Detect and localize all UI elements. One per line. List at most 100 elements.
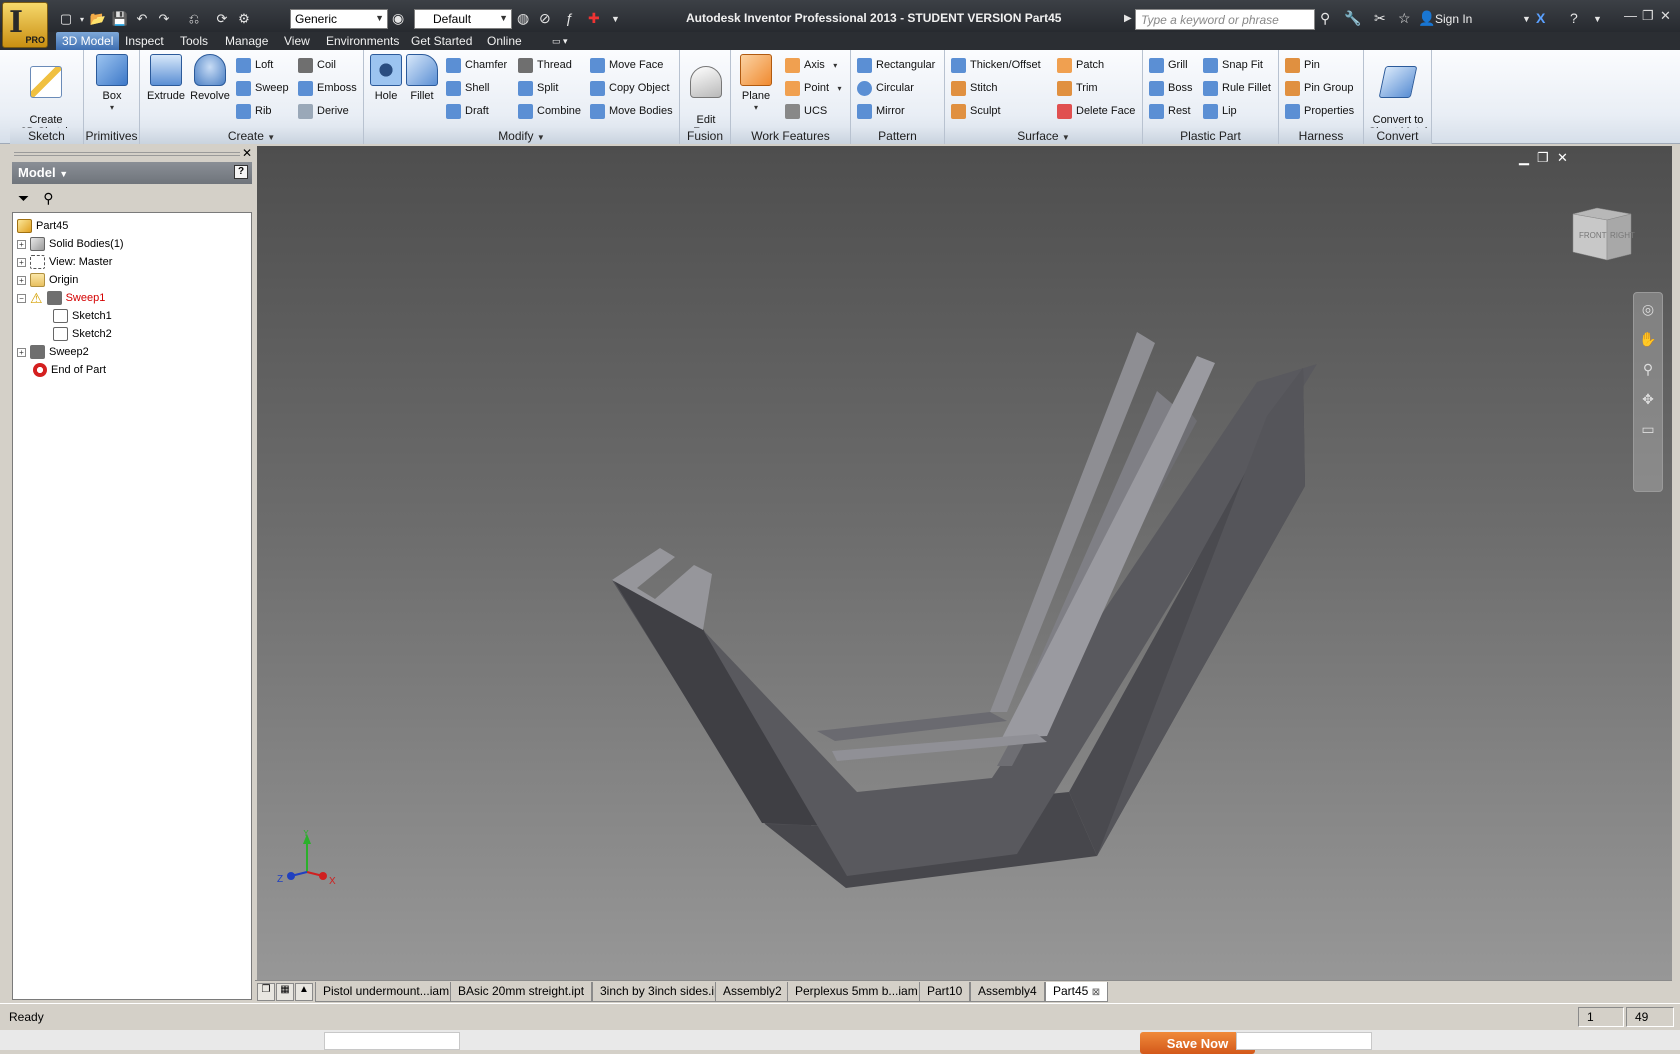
tree-node-view-master[interactable]: + View: Master [17, 253, 112, 271]
expand-toggle[interactable]: + [17, 275, 26, 285]
favorites-icon[interactable]: ☆ [1398, 10, 1411, 27]
find-icon[interactable]: ⚲ [43, 190, 53, 207]
undo-icon[interactable]: ↶ [132, 10, 152, 28]
graphics-viewport[interactable]: ▁ ❐ ✕ FRONT RIGHT ◎ ✋ ⚲ ✥ ▭ Y X Z [257, 146, 1672, 980]
expand-toggle[interactable]: + [17, 257, 26, 267]
tree-node-sweep1[interactable]: − ⚠ Sweep1 [17, 289, 105, 307]
redo-icon[interactable]: ↷ [154, 10, 174, 28]
doc-tab-part45[interactable]: Part45 ⊠ [1045, 982, 1109, 1002]
communication-icon[interactable]: ✂ [1374, 10, 1386, 27]
pin-button[interactable]: Pin [1285, 55, 1320, 75]
grill-button[interactable]: Grill [1149, 55, 1188, 75]
new-icon[interactable]: ▢ [56, 10, 76, 28]
minimize-icon[interactable]: — [1624, 8, 1637, 23]
revolve-button[interactable]: Revolve [186, 54, 234, 102]
hole-button[interactable]: Hole [368, 54, 404, 102]
tree-node-origin[interactable]: + Origin [17, 271, 78, 289]
axis-button[interactable]: Axis ▾ [785, 55, 837, 75]
viewcube[interactable]: FRONT RIGHT [1567, 204, 1637, 264]
color-wheel-icon[interactable]: ◉ [392, 10, 404, 27]
panel-title-surface[interactable]: Surface ▼ [945, 128, 1142, 144]
tile-windows-icon[interactable]: ▦ [276, 983, 294, 1001]
fx-parameters-icon[interactable]: ƒ [565, 10, 573, 26]
help-dropdown-icon[interactable]: ▼ [1593, 14, 1602, 24]
browser-help-icon[interactable]: ? [234, 165, 248, 179]
tab-environments[interactable]: Environments [320, 32, 405, 50]
doc-tab-pistol-undermount[interactable]: Pistol undermount...iam [315, 982, 458, 1002]
tree-node-part45[interactable]: Part45 [17, 217, 68, 235]
tab-view[interactable]: View [278, 32, 316, 50]
browser-close-icon[interactable]: ✕ [242, 146, 252, 160]
collapse-toggle[interactable]: − [17, 293, 26, 303]
open-icon[interactable]: 📂 [88, 10, 108, 28]
cascade-windows-icon[interactable]: ❐ [257, 983, 275, 1001]
draft-button[interactable]: Draft [446, 101, 489, 121]
close-tab-icon[interactable]: ⊠ [1092, 987, 1100, 998]
trim-button[interactable]: Trim [1057, 78, 1098, 98]
plane-button[interactable]: Plane ▾ [735, 54, 777, 114]
stitch-button[interactable]: Stitch [951, 78, 998, 98]
mirror-button[interactable]: Mirror [857, 101, 905, 121]
fillet-button[interactable]: Fillet [404, 54, 440, 102]
customize-qat-icon[interactable]: ▼ [611, 14, 620, 24]
panel-title-create[interactable]: Create ▼ [140, 128, 363, 144]
tab-3d-model[interactable]: 3D Model [56, 32, 120, 50]
orbit-icon[interactable]: ✥ [1637, 391, 1659, 413]
ilogic-icon[interactable]: ✚ [588, 10, 600, 27]
shell-button[interactable]: Shell [446, 78, 489, 98]
viewport-restore-icon[interactable]: ❐ [1537, 150, 1549, 166]
point-button[interactable]: Point ▾ [785, 78, 842, 98]
browser-header[interactable]: Model ▼ ? [12, 162, 252, 184]
taskbar-slot[interactable] [324, 1032, 460, 1050]
boss-button[interactable]: Boss [1149, 78, 1192, 98]
sweep-part-model[interactable] [257, 146, 1672, 980]
document-list-icon[interactable]: ▲ [295, 983, 313, 1001]
style-select[interactable]: Generic ▼ [290, 9, 388, 29]
adjust-appearance-icon[interactable]: ◍ [517, 10, 529, 27]
sign-in-dropdown-icon[interactable]: ▼ [1522, 14, 1531, 24]
doc-tab-assembly2[interactable]: Assembly2 [715, 982, 790, 1002]
thread-button[interactable]: Thread [518, 55, 572, 75]
move-bodies-button[interactable]: Move Bodies [590, 101, 673, 121]
viewport-minimize-icon[interactable]: ▁ [1519, 150, 1529, 166]
tools-icon[interactable]: 🔧 [1344, 10, 1361, 27]
taskbar-slot[interactable] [1236, 1032, 1372, 1050]
patch-button[interactable]: Patch [1057, 55, 1104, 75]
tab-get-started[interactable]: Get Started [405, 32, 478, 50]
right-edge-scrollbar[interactable] [1672, 146, 1680, 1002]
tree-node-sketch2[interactable]: Sketch2 [53, 325, 112, 343]
sign-in-link[interactable]: Sign In [1435, 12, 1472, 26]
pan-hand-icon[interactable]: ✋ [1637, 331, 1659, 353]
clear-appearance-icon[interactable]: ⊘ [539, 10, 551, 27]
tree-node-end-of-part[interactable]: End of Part [33, 361, 106, 379]
expand-toggle[interactable]: + [17, 347, 26, 357]
rest-button[interactable]: Rest [1149, 101, 1191, 121]
look-at-icon[interactable]: ▭ [1637, 421, 1659, 443]
search-input[interactable]: Type a keyword or phrase [1135, 9, 1315, 30]
sculpt-button[interactable]: Sculpt [951, 101, 1001, 121]
steering-wheel-icon[interactable]: ◎ [1637, 301, 1659, 323]
exchange-icon[interactable]: X [1536, 10, 1545, 26]
ucs-button[interactable]: UCS [785, 101, 827, 121]
derive-button[interactable]: Derive [298, 101, 349, 121]
properties-button[interactable]: Properties [1285, 101, 1354, 121]
expand-search-icon[interactable]: ▶ [1124, 13, 1132, 24]
delete-face-button[interactable]: Delete Face [1057, 101, 1135, 121]
doc-tab-part10[interactable]: Part10 [919, 982, 971, 1002]
emboss-button[interactable]: Emboss [298, 78, 357, 98]
panel-title-modify[interactable]: Modify ▼ [364, 128, 679, 144]
box-button[interactable]: Box ▾ [92, 54, 132, 114]
select-icon[interactable]: ⚙ [234, 10, 254, 28]
lip-button[interactable]: Lip [1203, 101, 1237, 121]
tab-online[interactable]: Online [481, 32, 528, 50]
rectangular-pattern-button[interactable]: Rectangular [857, 55, 935, 75]
tree-node-sweep2[interactable]: + Sweep2 [17, 343, 89, 361]
thicken-offset-button[interactable]: Thicken/Offset [951, 55, 1041, 75]
tab-tools[interactable]: Tools [174, 32, 214, 50]
loft-button[interactable]: Loft [236, 55, 273, 75]
doc-tab-perplexus[interactable]: Perplexus 5mm b...iam [787, 982, 926, 1002]
coil-button[interactable]: Coil [298, 55, 336, 75]
doc-tab-assembly4[interactable]: Assembly4 [970, 982, 1045, 1002]
convert-to-sheet-metal-button[interactable]: Convert to Sheet Metal [1368, 54, 1428, 138]
chamfer-button[interactable]: Chamfer [446, 55, 507, 75]
